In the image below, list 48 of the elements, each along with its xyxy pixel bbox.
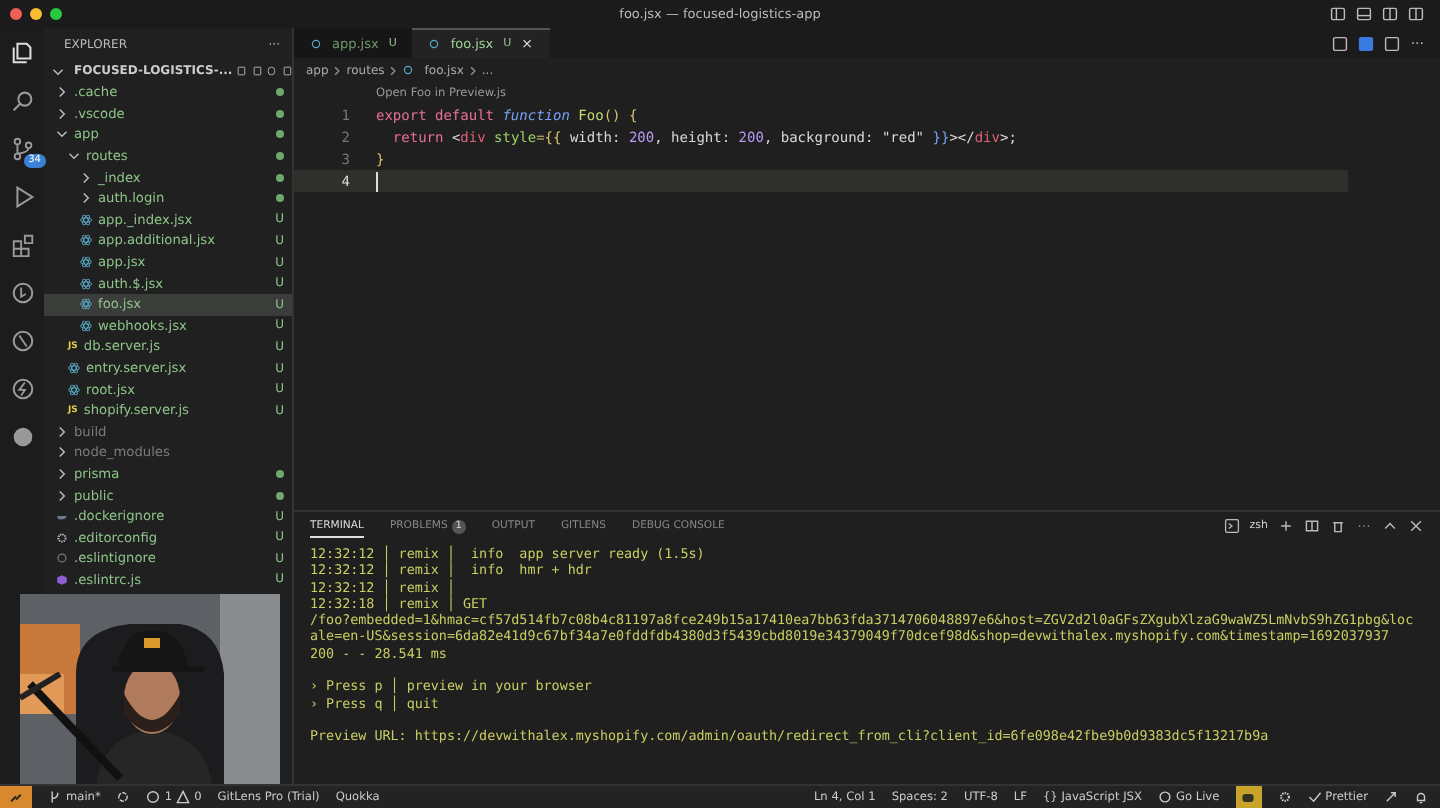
chevron-right-icon — [467, 65, 478, 75]
files-icon[interactable] — [9, 40, 35, 66]
git-status-dot — [276, 194, 284, 203]
git-status-dot — [276, 491, 284, 500]
react-file-icon — [310, 38, 322, 50]
terminal-icon — [1223, 518, 1240, 534]
extensions-icon[interactable] — [9, 232, 35, 258]
circle-file-icon — [56, 552, 68, 565]
remote-button[interactable] — [0, 786, 32, 808]
layout-icon[interactable] — [1330, 6, 1346, 22]
lightning-icon[interactable] — [9, 376, 35, 402]
text-cursor — [376, 171, 378, 191]
copilot-button[interactable] — [1235, 786, 1262, 808]
bell-icon[interactable] — [1414, 790, 1428, 804]
maximize-window-button[interactable] — [50, 8, 62, 20]
layout-icon[interactable] — [1356, 6, 1372, 22]
add-terminal-icon[interactable] — [1278, 518, 1294, 534]
git-status-dot — [276, 152, 284, 161]
maximize-panel-icon[interactable] — [1382, 518, 1398, 534]
layout-icon[interactable] — [1382, 6, 1398, 22]
minimize-window-button[interactable] — [30, 8, 42, 20]
sync-icon[interactable] — [116, 790, 131, 804]
settings-icon[interactable] — [1277, 790, 1292, 804]
trash-icon[interactable] — [1330, 518, 1346, 534]
branch-icon — [48, 790, 62, 804]
warning-icon — [176, 790, 191, 804]
react-file-icon — [402, 64, 415, 76]
react-file-icon — [428, 38, 441, 50]
hexagon-file-icon — [56, 573, 68, 586]
error-icon — [146, 790, 161, 804]
close-window-button[interactable] — [10, 8, 22, 20]
git-status-dot — [276, 109, 284, 118]
git-status-dot — [276, 88, 284, 97]
git-status-dot — [276, 130, 284, 139]
close-icon[interactable] — [1408, 518, 1424, 534]
chevron-down-icon — [52, 65, 64, 77]
gear-icon — [56, 531, 68, 544]
layout-icon[interactable] — [1408, 6, 1424, 22]
check-icon — [1307, 790, 1322, 804]
search-icon[interactable] — [9, 88, 35, 114]
circle-icon[interactable] — [9, 280, 35, 306]
chevron-right-icon — [388, 65, 399, 75]
circle-icon[interactable] — [9, 328, 35, 354]
chevron-right-icon — [332, 65, 343, 75]
git-status-dot — [276, 469, 284, 478]
split-terminal-icon[interactable] — [1304, 518, 1320, 534]
feedback-icon[interactable] — [1384, 790, 1398, 804]
git-status-dot — [276, 173, 284, 182]
